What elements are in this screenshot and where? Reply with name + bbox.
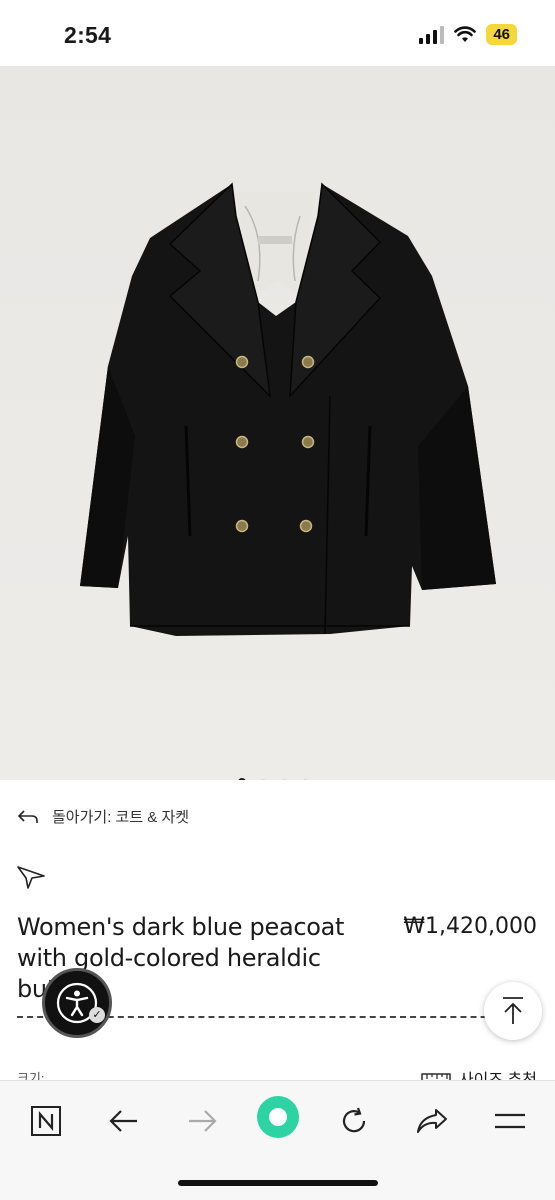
back-icon [109,1110,137,1132]
breadcrumb-label: 돌아가기: 코트 & 자켓 [52,809,190,826]
battery-icon: 46 [486,24,517,45]
status-time: 2:54 [64,22,112,48]
carousel-dot[interactable] [302,778,309,780]
scroll-top-button[interactable] [484,982,542,1040]
naver-icon [31,1106,61,1136]
status-icons: 46 [419,24,517,45]
check-badge-icon: ✓ [89,1007,105,1023]
star-pin-icon[interactable] [16,864,46,890]
carousel-dot[interactable] [260,778,267,780]
arrow-up-icon [503,997,523,1024]
product-image [0,66,555,780]
carousel-pagination [238,778,309,780]
breadcrumb[interactable]: 돌아가기: 코트 & 자켓 [18,806,189,827]
status-bar: 2:54 46 [0,0,555,66]
back-button[interactable] [104,1101,144,1141]
forward-button[interactable] [182,1101,222,1141]
refresh-icon [342,1107,366,1133]
refresh-button[interactable] [334,1101,374,1141]
forward-icon [189,1110,217,1132]
product-price: ₩1,420,000 [403,914,537,939]
home-indicator [178,1180,378,1186]
menu-icon [495,1113,525,1129]
back-arrow-icon [18,809,38,823]
naver-button[interactable] [26,1101,66,1141]
signal-icon [419,25,445,44]
share-icon [417,1109,447,1133]
product-image-carousel[interactable]: → [0,66,555,780]
carousel-dot[interactable] [238,778,246,780]
carousel-dot[interactable] [281,778,288,780]
home-green-icon [257,1096,299,1138]
menu-button[interactable] [490,1101,530,1141]
share-button[interactable] [412,1101,452,1141]
accessibility-button[interactable]: ✓ [42,968,112,1038]
home-button[interactable] [256,1095,300,1139]
wifi-icon [454,26,477,42]
